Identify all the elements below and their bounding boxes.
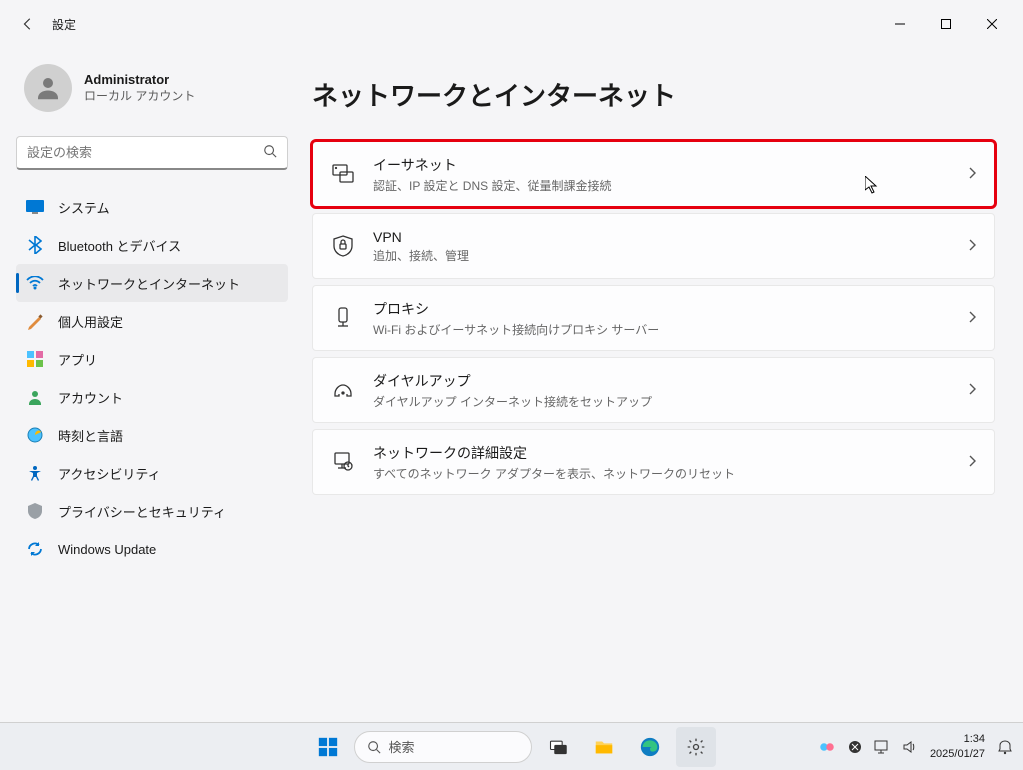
card-proxy[interactable]: プロキシ Wi-Fi およびイーサネット接続向けプロキシ サーバー xyxy=(312,285,995,351)
card-title: プロキシ xyxy=(373,299,968,319)
nav-item-apps[interactable]: アプリ xyxy=(16,340,288,378)
advanced-icon xyxy=(331,452,355,472)
back-button[interactable] xyxy=(8,4,48,44)
nav-label: Windows Update xyxy=(58,542,156,557)
card-title: ネットワークの詳細設定 xyxy=(373,443,968,463)
card-title: VPN xyxy=(373,229,968,245)
search-box[interactable] xyxy=(16,136,288,170)
chevron-right-icon xyxy=(968,167,976,182)
nav-label: プライバシーとセキュリティ xyxy=(58,502,226,521)
tray-notifications-icon[interactable] xyxy=(997,739,1013,755)
taskview-button[interactable] xyxy=(538,727,578,767)
tray-status-icon[interactable] xyxy=(848,740,862,754)
nav-label: ネットワークとインターネット xyxy=(58,274,240,293)
dialup-icon xyxy=(331,382,355,398)
nav-label: 個人用設定 xyxy=(58,312,123,331)
update-icon xyxy=(26,540,44,558)
card-dialup[interactable]: ダイヤルアップ ダイヤルアップ インターネット接続をセットアップ xyxy=(312,357,995,423)
search-icon xyxy=(263,144,277,161)
privacy-icon xyxy=(26,502,44,520)
avatar xyxy=(24,64,72,112)
nav-label: アプリ xyxy=(58,350,97,369)
system-icon xyxy=(26,198,44,216)
ethernet-icon xyxy=(331,164,355,184)
card-sub: ダイヤルアップ インターネット接続をセットアップ xyxy=(373,393,968,410)
vpn-icon xyxy=(331,235,355,257)
nav-item-privacy[interactable]: プライバシーとセキュリティ xyxy=(16,492,288,530)
maximize-button[interactable] xyxy=(923,8,969,40)
account-icon xyxy=(26,388,44,406)
chevron-right-icon xyxy=(968,455,976,470)
time-icon xyxy=(26,426,44,444)
chevron-right-icon xyxy=(968,383,976,398)
start-button[interactable] xyxy=(308,727,348,767)
taskbar-search[interactable]: 検索 xyxy=(354,731,532,763)
titlebar: 設定 xyxy=(0,0,1023,48)
chevron-right-icon xyxy=(968,239,976,254)
card-advanced[interactable]: ネットワークの詳細設定 すべてのネットワーク アダプターを表示、ネットワークのリ… xyxy=(312,429,995,495)
network-icon xyxy=(26,274,44,292)
taskbar-search-placeholder: 検索 xyxy=(389,737,415,756)
nav-item-update[interactable]: Windows Update xyxy=(16,530,288,568)
proxy-icon xyxy=(331,307,355,329)
nav-label: システム xyxy=(58,198,110,217)
card-ethernet[interactable]: イーサネット 認証、IP 設定と DNS 設定、従量制課金接続 xyxy=(312,141,995,207)
page-title: ネットワークとインターネット xyxy=(312,76,995,113)
sidebar: Administrator ローカル アカウント システム Bluetooth と… xyxy=(0,48,300,722)
nav-item-network[interactable]: ネットワークとインターネット xyxy=(16,264,288,302)
nav-item-account[interactable]: アカウント xyxy=(16,378,288,416)
taskbar-clock[interactable]: 1:34 2025/01/27 xyxy=(930,732,985,761)
card-sub: 追加、接続、管理 xyxy=(373,247,968,264)
card-sub: 認証、IP 設定と DNS 設定、従量制課金接続 xyxy=(373,177,968,194)
search-input[interactable] xyxy=(27,145,263,160)
tray-copilot-icon[interactable] xyxy=(818,738,836,756)
nav-label: 時刻と言語 xyxy=(58,426,123,445)
bluetooth-icon xyxy=(26,236,44,254)
taskbar: 検索 1:34 2025/01/27 xyxy=(0,722,1023,770)
main-content: ネットワークとインターネット イーサネット 認証、IP 設定と DNS 設定、従… xyxy=(300,48,1023,722)
nav-item-system[interactable]: システム xyxy=(16,188,288,226)
profile-sub: ローカル アカウント xyxy=(84,87,195,104)
edge-button[interactable] xyxy=(630,727,670,767)
card-title: イーサネット xyxy=(373,155,968,175)
card-title: ダイヤルアップ xyxy=(373,371,968,391)
nav-item-time[interactable]: 時刻と言語 xyxy=(16,416,288,454)
nav-item-bluetooth[interactable]: Bluetooth とデバイス xyxy=(16,226,288,264)
personalize-icon xyxy=(26,312,44,330)
card-sub: すべてのネットワーク アダプターを表示、ネットワークのリセット xyxy=(373,465,968,482)
tray-volume-icon[interactable] xyxy=(902,740,918,754)
nav-label: Bluetooth とデバイス xyxy=(58,236,181,255)
explorer-button[interactable] xyxy=(584,727,624,767)
profile-name: Administrator xyxy=(84,72,195,87)
nav-item-personalize[interactable]: 個人用設定 xyxy=(16,302,288,340)
nav-label: アカウント xyxy=(58,388,123,407)
tray-network-icon[interactable] xyxy=(874,740,890,754)
card-vpn[interactable]: VPN 追加、接続、管理 xyxy=(312,213,995,279)
nav-item-accessibility[interactable]: アクセシビリティ xyxy=(16,454,288,492)
accessibility-icon xyxy=(26,464,44,482)
profile-block[interactable]: Administrator ローカル アカウント xyxy=(16,48,288,132)
close-button[interactable] xyxy=(969,8,1015,40)
chevron-right-icon xyxy=(968,311,976,326)
nav-label: アクセシビリティ xyxy=(58,464,161,483)
minimize-button[interactable] xyxy=(877,8,923,40)
settings-button[interactable] xyxy=(676,727,716,767)
card-sub: Wi-Fi およびイーサネット接続向けプロキシ サーバー xyxy=(373,321,968,338)
apps-icon xyxy=(26,350,44,368)
window-title: 設定 xyxy=(52,16,76,33)
